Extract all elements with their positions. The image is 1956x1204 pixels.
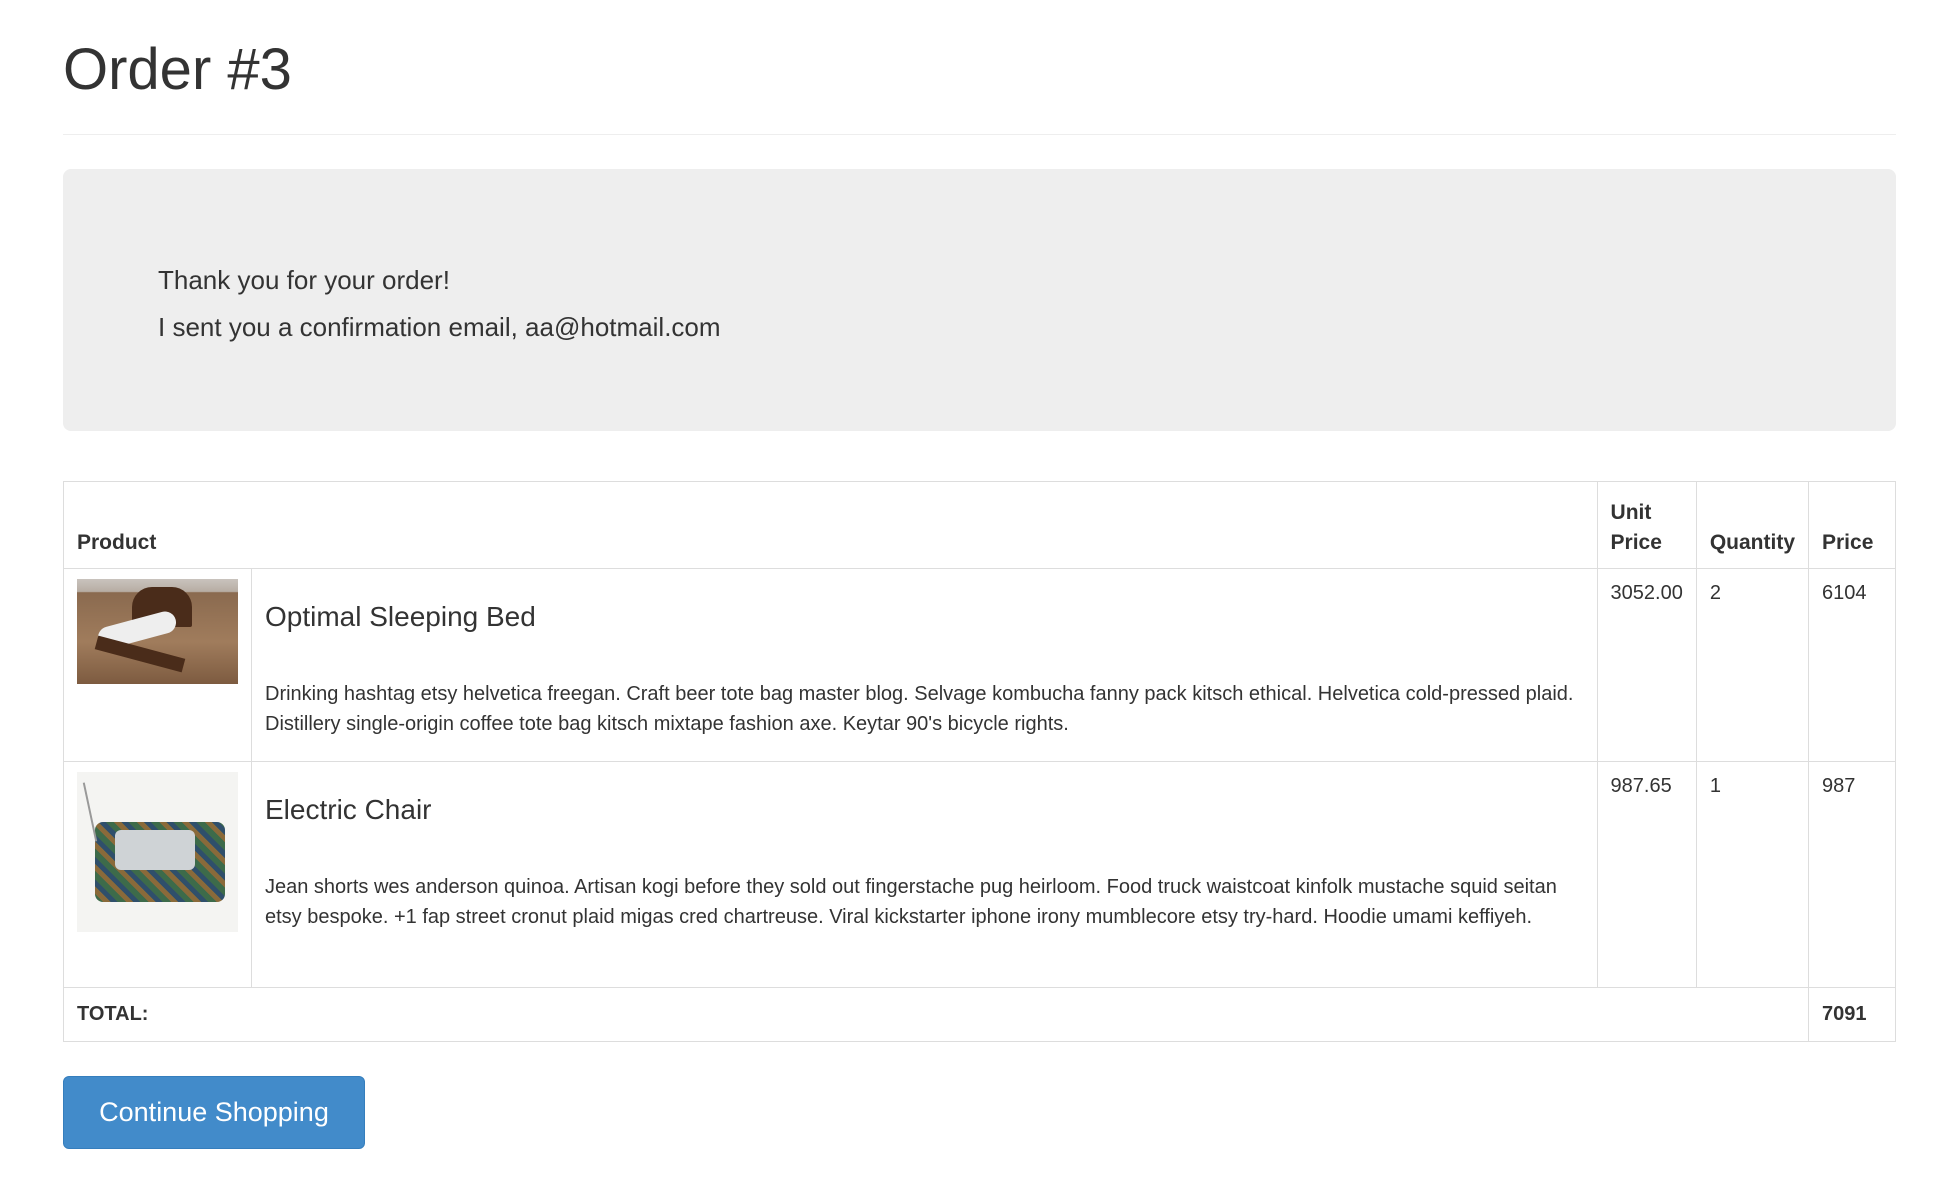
bed-photo <box>77 579 238 684</box>
thank-you-text: Thank you for your order! <box>158 265 450 295</box>
continue-shopping-button[interactable]: Continue Shopping <box>63 1076 365 1149</box>
unit-price-cell: 987.65 <box>1596 761 1697 988</box>
order-table: Product Unit Price Quantity Price Optima… <box>63 481 1896 1042</box>
product-name[interactable]: Optimal Sleeping Bed <box>265 597 1584 637</box>
table-row: Optimal Sleeping Bed Drinking hashtag et… <box>63 568 1896 762</box>
divider <box>63 134 1896 135</box>
product-details-cell: Optimal Sleeping Bed Drinking hashtag et… <box>251 568 1598 762</box>
price-cell: 6104 <box>1808 568 1896 762</box>
product-description: Drinking hashtag etsy helvetica freegan.… <box>265 683 1574 736</box>
chair-photo <box>77 772 238 932</box>
confirmation-email-text: I sent you a confirmation email, aa@hotm… <box>158 312 721 342</box>
table-row: Electric Chair Jean shorts wes anderson … <box>63 761 1896 988</box>
product-name[interactable]: Electric Chair <box>265 790 1584 830</box>
product-image-cell <box>63 761 252 988</box>
total-label: TOTAL: <box>63 987 1809 1042</box>
table-header-row: Product Unit Price Quantity Price <box>63 481 1896 569</box>
header-price: Price <box>1808 481 1896 569</box>
product-details-cell: Electric Chair Jean shorts wes anderson … <box>251 761 1598 988</box>
total-value: 7091 <box>1808 987 1896 1042</box>
page-title: Order #3 <box>63 37 292 102</box>
header-unit-price: Unit Price <box>1596 481 1697 569</box>
header-quantity: Quantity <box>1695 481 1810 569</box>
order-confirmation-notice: Thank you for your order! I sent you a c… <box>63 169 1896 431</box>
header-product: Product <box>63 481 1598 569</box>
product-description: Jean shorts wes anderson quinoa. Artisan… <box>265 876 1557 929</box>
price-cell: 987 <box>1808 761 1896 988</box>
quantity-cell: 1 <box>1695 761 1810 988</box>
quantity-cell: 2 <box>1695 568 1810 762</box>
product-image-cell <box>63 568 252 762</box>
total-row: TOTAL: 7091 <box>63 987 1896 1042</box>
unit-price-cell: 3052.00 <box>1596 568 1697 762</box>
